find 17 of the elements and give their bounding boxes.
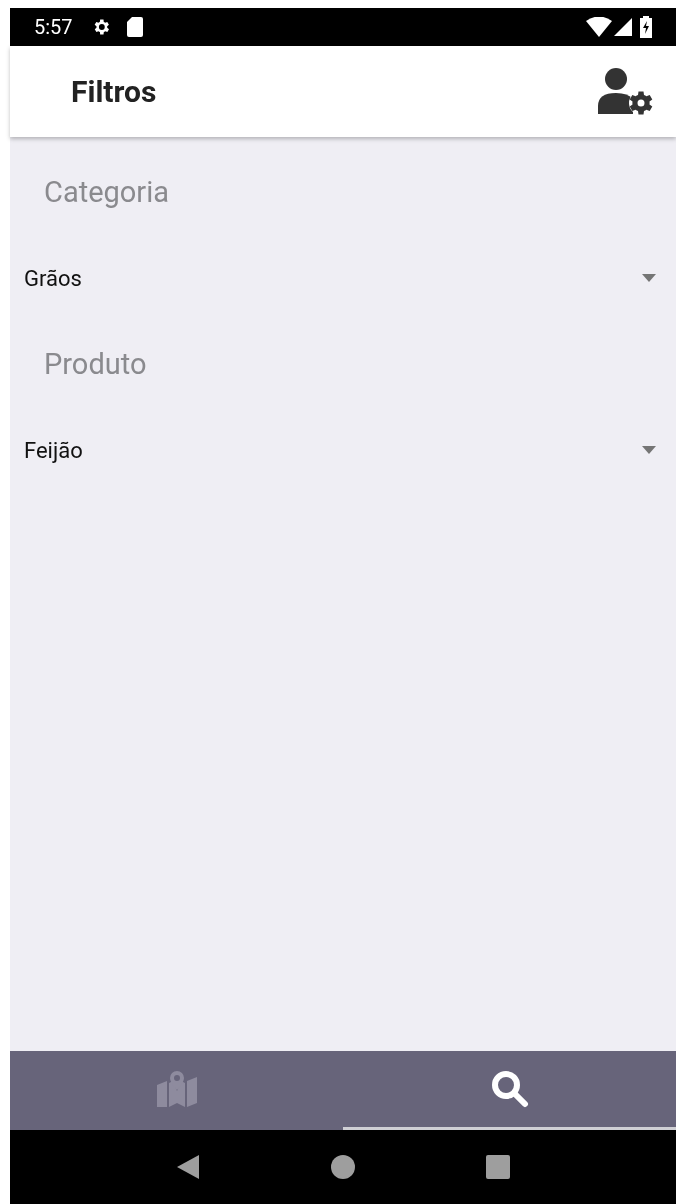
caret-icon <box>642 446 656 454</box>
status-time: 5:57 <box>34 14 73 41</box>
back-icon[interactable] <box>175 1154 200 1180</box>
sd-card-icon <box>126 17 143 37</box>
caret-icon <box>642 274 656 282</box>
dropdown[interactable]: Grãos <box>10 249 676 307</box>
app-title: Filtros <box>71 73 158 111</box>
battery-icon <box>640 16 652 38</box>
dropdown[interactable]: Feijão <box>10 421 676 479</box>
field-label: Produto <box>43 346 147 383</box>
wifi-icon <box>586 17 612 37</box>
user-settings-icon[interactable] <box>598 67 656 116</box>
home-icon[interactable] <box>331 1155 355 1179</box>
field-label: Categoria <box>43 174 169 211</box>
recents-icon[interactable] <box>486 1155 511 1179</box>
search-icon[interactable] <box>490 1070 529 1108</box>
signal-icon <box>614 18 632 36</box>
